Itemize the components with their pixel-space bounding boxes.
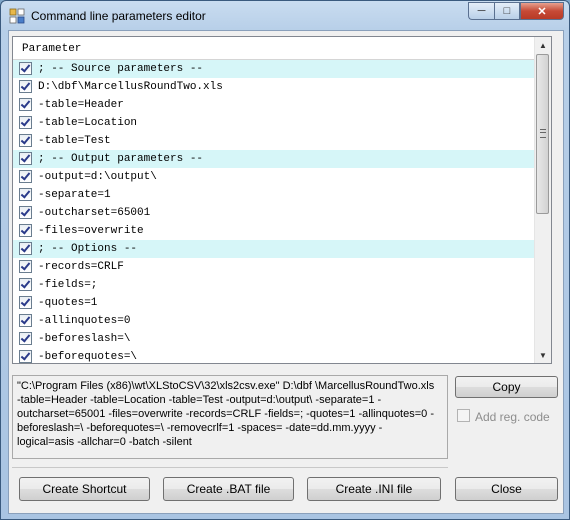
row-checkbox[interactable] [19,80,32,93]
row-checkbox[interactable] [19,134,32,147]
parameter-text: D:\dbf\MarcellusRoundTwo.xls [38,81,223,93]
scroll-down-arrow-icon[interactable]: ▼ [535,347,551,363]
close-button[interactable]: Close [455,477,558,501]
parameter-row[interactable]: D:\dbf\MarcellusRoundTwo.xls [13,78,535,96]
parameter-text: -table=Location [38,117,138,129]
parameter-row[interactable]: -quotes=1 [13,294,535,312]
window-controls: ─ □ ✕ [468,2,564,20]
parameter-grid[interactable]: Parameter ; -- Source parameters -- D:\db… [12,36,552,364]
parameter-text: -records=CRLF [38,261,124,273]
parameter-text: -fields=; [38,279,98,291]
scrollbar-thumb[interactable] [536,54,549,214]
window-title: Command line parameters editor [31,9,206,23]
parameter-row[interactable]: -table=Header [13,96,535,114]
parameter-row[interactable]: -allinquotes=0 [13,312,535,330]
row-checkbox[interactable] [19,278,32,291]
parameter-row[interactable]: -files=overwrite [13,222,535,240]
row-checkbox[interactable] [19,332,32,345]
row-checkbox[interactable] [19,62,32,75]
minimize-button[interactable]: ─ [468,2,494,20]
section-row[interactable]: ; -- Output parameters -- [13,150,535,168]
parameter-text: -outcharset=65001 [38,207,151,219]
row-checkbox[interactable] [19,206,32,219]
parameter-row[interactable]: -separate=1 [13,186,535,204]
parameter-text: ; -- Options -- [38,243,138,255]
parameter-rows: ; -- Source parameters -- D:\dbf\Marcellu… [13,60,535,363]
title-bar: Command line parameters editor ─ □ ✕ [1,1,569,31]
parameter-text: ; -- Source parameters -- [38,63,204,75]
parameter-row[interactable]: -beforequotes=\ [13,348,535,363]
row-checkbox[interactable] [19,350,32,363]
maximize-button[interactable]: □ [494,2,520,20]
parameter-row[interactable]: -beforeslash=\ [13,330,535,348]
section-row[interactable]: ; -- Options -- [13,240,535,258]
create-shortcut-button[interactable]: Create Shortcut [19,477,150,501]
parameter-text: -separate=1 [38,189,111,201]
copy-button[interactable]: Copy [455,376,558,398]
row-checkbox[interactable] [19,170,32,183]
row-checkbox[interactable] [19,188,32,201]
divider [12,467,448,468]
client-area: Parameter ; -- Source parameters -- D:\db… [8,30,564,514]
parameter-text: ; -- Output parameters -- [38,153,204,165]
grip-icon [540,129,546,138]
parameter-column-label: Parameter [22,43,82,55]
row-checkbox[interactable] [19,116,32,129]
parameter-row[interactable]: -fields=; [13,276,535,294]
row-checkbox[interactable] [19,152,32,165]
add-reg-code-label: Add reg. code [475,410,550,424]
parameter-text: -output=d:\output\ [38,171,157,183]
app-icon [9,8,25,24]
add-reg-code-checkbox[interactable] [457,409,470,422]
vertical-scrollbar[interactable]: ▲ ▼ [534,37,551,363]
create-bat-button[interactable]: Create .BAT file [163,477,294,501]
row-checkbox[interactable] [19,296,32,309]
parameter-text: -table=Test [38,135,111,147]
close-window-button[interactable]: ✕ [520,2,564,20]
command-line-text: "C:\Program Files (x86)\wt\XLStoCSV\32\x… [17,380,435,448]
parameter-row[interactable]: -outcharset=65001 [13,204,535,222]
create-ini-button[interactable]: Create .INI file [307,477,441,501]
parameter-text: -beforequotes=\ [38,351,138,363]
grid-column-header[interactable]: Parameter [13,37,535,60]
parameter-text: -table=Header [38,99,124,111]
parameter-row[interactable]: -table=Test [13,132,535,150]
parameter-row[interactable]: -records=CRLF [13,258,535,276]
parameter-row[interactable]: -output=d:\output\ [13,168,535,186]
parameter-text: -beforeslash=\ [38,333,131,345]
command-line-preview[interactable]: "C:\Program Files (x86)\wt\XLStoCSV\32\x… [12,375,448,459]
row-checkbox[interactable] [19,260,32,273]
parameter-row[interactable]: -table=Location [13,114,535,132]
row-checkbox[interactable] [19,224,32,237]
row-checkbox[interactable] [19,314,32,327]
parameter-text: -quotes=1 [38,297,98,309]
scroll-up-arrow-icon[interactable]: ▲ [535,37,551,53]
editor-window: Command line parameters editor ─ □ ✕ Par… [0,0,570,520]
parameter-text: -files=overwrite [38,225,144,237]
section-row[interactable]: ; -- Source parameters -- [13,60,535,78]
row-checkbox[interactable] [19,242,32,255]
parameter-text: -allinquotes=0 [38,315,131,327]
row-checkbox[interactable] [19,98,32,111]
